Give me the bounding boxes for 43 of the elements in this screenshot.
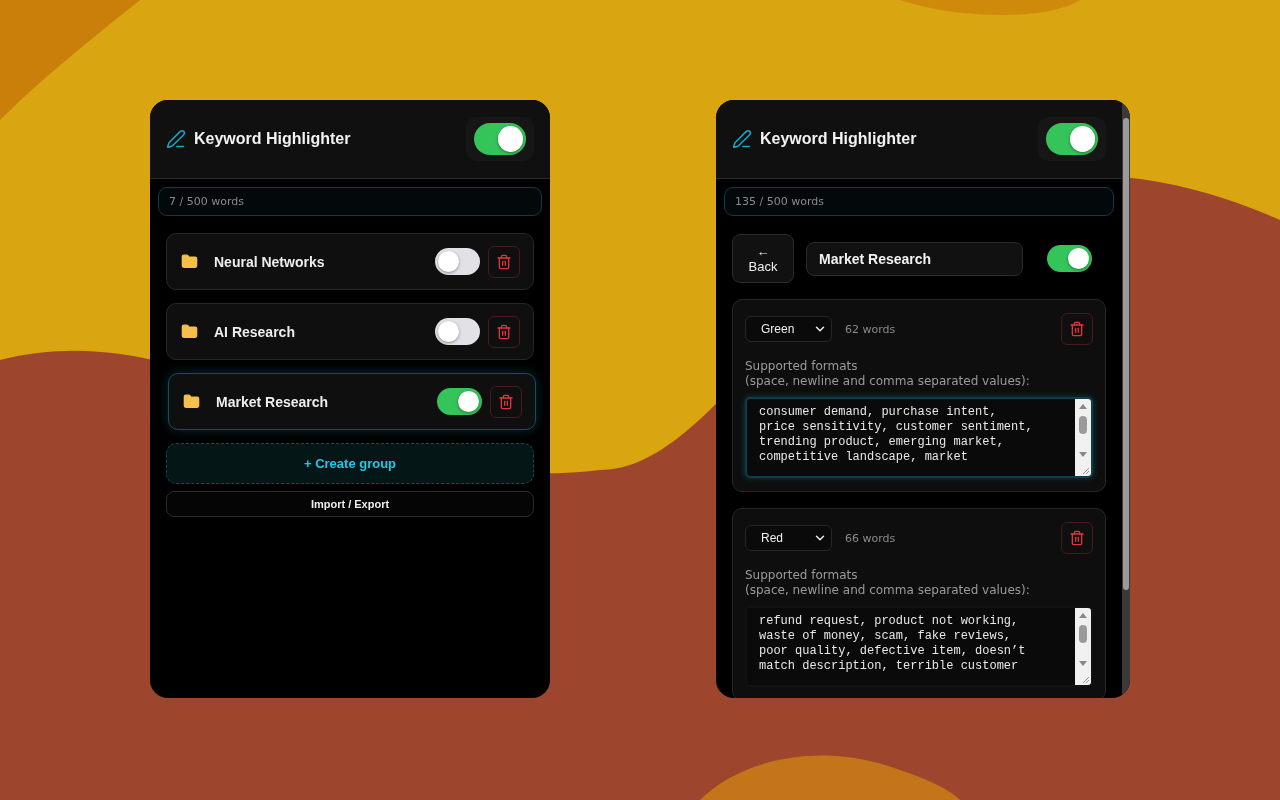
word-count: 62 words bbox=[845, 322, 897, 336]
delete-button[interactable] bbox=[488, 315, 520, 348]
trash-icon bbox=[1069, 321, 1085, 337]
folder-icon bbox=[183, 393, 200, 410]
pen-icon bbox=[732, 129, 752, 149]
keyword-field[interactable]: refund request, product not working, waste of money, scam, fake reviews, poor quality, defective item, doesn’t match description, terrible customer bbox=[745, 606, 1093, 687]
group-name: Market Research bbox=[216, 393, 330, 410]
toggle-switch[interactable] bbox=[1047, 245, 1092, 272]
trash-icon bbox=[496, 323, 512, 340]
toggle-switch[interactable] bbox=[437, 388, 482, 415]
keyword-field[interactable]: consumer demand, purchase intent, price sensitivity, customer sentiment, trending product, emerging market, competitive landscape, market bbox=[745, 397, 1093, 478]
word-counter: 7 / 500 words bbox=[158, 187, 542, 216]
create-group-button[interactable]: + Create group bbox=[166, 443, 534, 484]
trash-icon bbox=[1069, 530, 1085, 546]
delete-button[interactable] bbox=[1061, 313, 1093, 345]
delete-button[interactable] bbox=[488, 245, 520, 278]
toggle-switch[interactable] bbox=[435, 318, 480, 345]
app-title: Keyword Highlighter bbox=[760, 130, 917, 148]
color-select[interactable]: Red bbox=[745, 525, 832, 551]
group-card[interactable]: Market Research bbox=[168, 373, 536, 430]
toggle-switch[interactable] bbox=[1046, 123, 1098, 155]
word-counter: 135 / 500 words bbox=[724, 187, 1114, 216]
trash-icon bbox=[496, 253, 512, 270]
toggle-switch[interactable] bbox=[474, 123, 526, 155]
group-card[interactable]: AI Research bbox=[166, 303, 534, 360]
folder-icon bbox=[181, 323, 198, 340]
delete-button[interactable] bbox=[490, 385, 522, 418]
color-select[interactable]: Green bbox=[745, 316, 832, 342]
format-hint: Supported formats (space, newline and comma separated values): bbox=[745, 359, 1031, 389]
app-title: Keyword Highlighter bbox=[194, 130, 351, 148]
group-name: AI Research bbox=[214, 323, 296, 340]
group-card[interactable]: Neural Networks bbox=[166, 233, 534, 290]
delete-button[interactable] bbox=[1061, 522, 1093, 554]
group-name: Neural Networks bbox=[214, 253, 326, 270]
group-name-field[interactable]: Market Research bbox=[806, 241, 1023, 276]
back-button[interactable]: ← Back bbox=[732, 234, 794, 283]
folder-icon bbox=[181, 253, 198, 270]
toggle-switch[interactable] bbox=[435, 248, 480, 275]
import-export-button[interactable]: Import / Export bbox=[166, 491, 534, 517]
pen-icon bbox=[166, 129, 186, 149]
word-count: 66 words bbox=[845, 531, 897, 545]
trash-icon bbox=[498, 393, 514, 410]
format-hint: Supported formats (space, newline and comma separated values): bbox=[745, 568, 1031, 598]
